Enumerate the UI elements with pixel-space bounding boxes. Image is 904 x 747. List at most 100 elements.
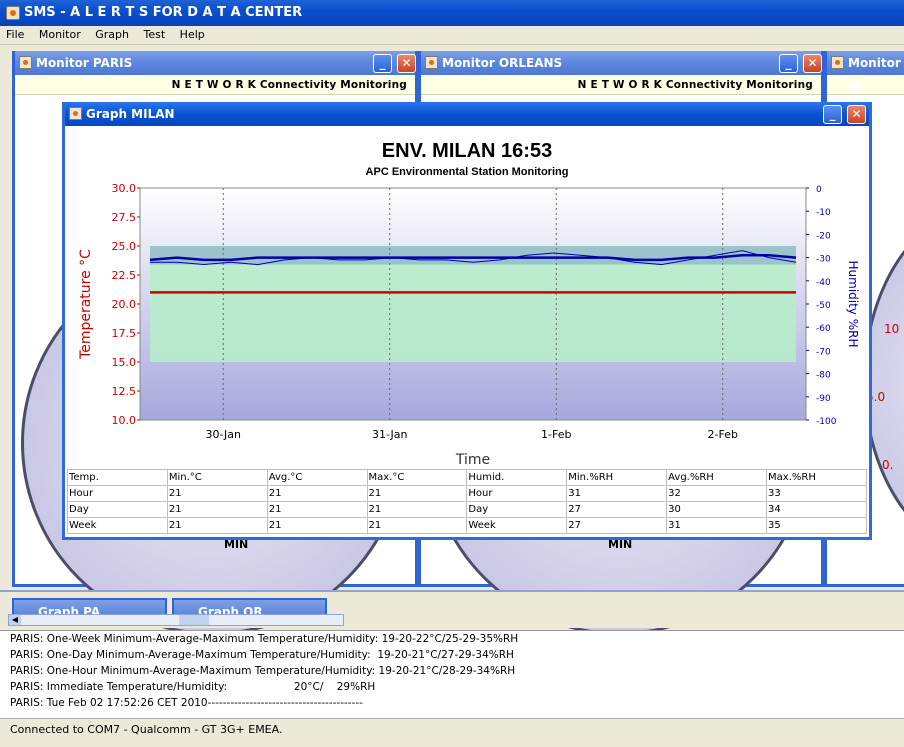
y-left-tick-label: 15.0 — [112, 356, 137, 369]
table-cell: Max.%RH — [766, 469, 867, 486]
y-right-tick-label: -60 — [816, 324, 831, 334]
y-left-tick-label: 17.5 — [112, 327, 137, 340]
x-tick-label: 30-Jan — [205, 428, 241, 441]
y-right-tick-label: 0 — [816, 185, 822, 195]
menu-bar: File Monitor Graph Test Help — [0, 26, 904, 45]
table-cell: Hour — [466, 485, 568, 502]
x-tick-label: 2-Feb — [708, 428, 738, 441]
table-cell: 27 — [566, 517, 668, 534]
monitor-paris-titlebar[interactable]: Monitor PARIS _ ✕ — [15, 51, 416, 75]
log-area: PARIS: One-Week Minimum-Average-Maximum … — [0, 630, 904, 718]
log-line: PARIS: One-Week Minimum-Average-Maximum … — [10, 633, 519, 645]
table-cell: 34 — [766, 501, 867, 518]
table-cell: 32 — [666, 485, 768, 502]
graph-milan-title: Graph MILAN — [86, 107, 175, 121]
minimize-button[interactable]: _ — [373, 54, 392, 73]
y-left-tick-label: 27.5 — [112, 211, 137, 224]
chart-subtitle: APC Environmental Station Monitoring — [366, 166, 569, 178]
table-cell: Min.°C — [166, 469, 268, 486]
scroll-left-arrow-icon[interactable]: ◀ — [9, 615, 21, 625]
table-cell: 21 — [266, 485, 368, 502]
table-row: Day 21 21 21 Day 27 30 34 — [67, 501, 867, 518]
stats-table: Temp. Min.°C Avg.°C Max.°C Humid. Min.%RH Avg.… — [67, 469, 867, 534]
minimized-windows-bar: Graph PA Graph OR ◀ — [0, 590, 904, 628]
table-cell: 21 — [166, 517, 268, 534]
menu-file[interactable]: File — [0, 26, 29, 41]
table-cell: 31 — [566, 485, 668, 502]
table-cell: Day — [466, 501, 568, 518]
y-left-axis-label: Temperature °C — [78, 249, 94, 360]
close-button[interactable]: ✕ — [847, 105, 866, 124]
table-cell: Hour — [67, 485, 168, 502]
window-icon — [425, 56, 438, 69]
table-cell: Temp. — [67, 469, 168, 486]
table-row: Hour 21 21 21 Hour 31 32 33 — [67, 485, 867, 502]
table-cell: Avg.%RH — [666, 469, 768, 486]
y-left-tick-label: 22.5 — [112, 269, 137, 282]
chart-area: ENV. MILAN 16:53 APC Environmental Statio… — [65, 126, 869, 472]
menu-monitor[interactable]: Monitor — [33, 26, 86, 41]
table-cell: 30 — [666, 501, 768, 518]
y-right-tick-label: -100 — [816, 417, 837, 427]
table-cell: 21 — [266, 517, 368, 534]
table-cell: 21 — [366, 517, 468, 534]
app-title: SMS - A L E R T S FOR D A T A CENTER — [24, 5, 303, 20]
menu-test[interactable]: Test — [138, 26, 171, 41]
env-chart: ENV. MILAN 16:53 APC Environmental Statio… — [78, 140, 860, 468]
y-right-axis-label: Humidity %RH — [846, 261, 860, 348]
app-titlebar: SMS - A L E R T S FOR D A T A CENTER — [0, 0, 904, 26]
chart-title: ENV. MILAN 16:53 — [382, 140, 552, 162]
window-icon — [831, 56, 844, 69]
table-cell: Max.°C — [366, 469, 468, 486]
y-left-tick-label: 30.0 — [112, 182, 137, 195]
table-cell: 21 — [266, 501, 368, 518]
graph-milan-titlebar[interactable]: Graph MILAN _ ✕ — [65, 102, 869, 126]
minimize-button[interactable]: _ — [779, 54, 798, 73]
table-cell: 21 — [166, 501, 268, 518]
monitor-orleans-banner: N E T W O R K Connectivity Monitoring — [421, 75, 821, 95]
y-left-tick-label: 10.0 — [112, 414, 137, 427]
y-right-tick-label: -80 — [816, 371, 831, 381]
window-icon — [69, 107, 82, 120]
log-line: PARIS: Immediate Temperature/Humidity: 2… — [10, 681, 376, 693]
monitor-orleans-titlebar[interactable]: Monitor ORLEANS _ ✕ — [421, 51, 822, 75]
y-right-tick-label: -40 — [816, 278, 831, 288]
y-left-tick-label: 20.0 — [112, 298, 137, 311]
log-line: PARIS: One-Day Minimum-Average-Maximum T… — [10, 649, 514, 661]
monitor-orleans-title: Monitor ORLEANS — [442, 56, 563, 70]
horizontal-scrollbar[interactable]: ◀ — [8, 614, 344, 626]
y-right-tick-label: -50 — [816, 301, 831, 311]
close-button[interactable]: ✕ — [803, 54, 822, 73]
table-cell: Humid. — [466, 469, 568, 486]
menu-help[interactable]: Help — [174, 26, 210, 41]
table-cell: Week — [466, 517, 568, 534]
monitor-paris-title: Monitor PARIS — [36, 56, 133, 70]
y-left-tick-label: 12.5 — [112, 385, 137, 398]
table-cell: Min.%RH — [566, 469, 668, 486]
y-right-tick-label: -10 — [816, 208, 831, 218]
monitor-third-banner — [827, 75, 904, 95]
y-right-tick-label: -90 — [816, 394, 831, 404]
java-app-icon — [6, 6, 20, 20]
table-cell: 33 — [766, 485, 867, 502]
table-cell: 21 — [366, 501, 468, 518]
x-axis-label: Time — [455, 452, 490, 468]
status-text: Connected to COM7 - Qualcomm - GT 3G+ EM… — [10, 723, 283, 736]
scrollbar-thumb[interactable] — [179, 615, 209, 625]
x-tick-label: 31-Jan — [372, 428, 408, 441]
table-cell: Day — [67, 501, 168, 518]
table-header-row: Temp. Min.°C Avg.°C Max.°C Humid. Min.%RH Avg.… — [67, 469, 867, 486]
log-line: PARIS: Tue Feb 02 17:52:26 CET 2010-----… — [10, 697, 363, 709]
status-bar: Connected to COM7 - Qualcomm - GT 3G+ EM… — [0, 718, 904, 747]
table-cell: 35 — [766, 517, 867, 534]
monitor-third-titlebar[interactable]: Monitor M — [827, 51, 904, 94]
table-cell: Week — [67, 517, 168, 534]
close-button[interactable]: ✕ — [397, 54, 416, 73]
minimize-button[interactable]: _ — [823, 105, 842, 124]
menu-graph[interactable]: Graph — [89, 26, 134, 41]
window-icon — [19, 56, 32, 69]
graph-milan-window: Graph MILAN _ ✕ ENV. MILAN 16:53 APC Envi… — [62, 102, 872, 540]
table-cell: 31 — [666, 517, 768, 534]
table-row: Week 21 21 21 Week 27 31 35 — [67, 517, 867, 534]
y-right-tick-label: -30 — [816, 255, 831, 265]
